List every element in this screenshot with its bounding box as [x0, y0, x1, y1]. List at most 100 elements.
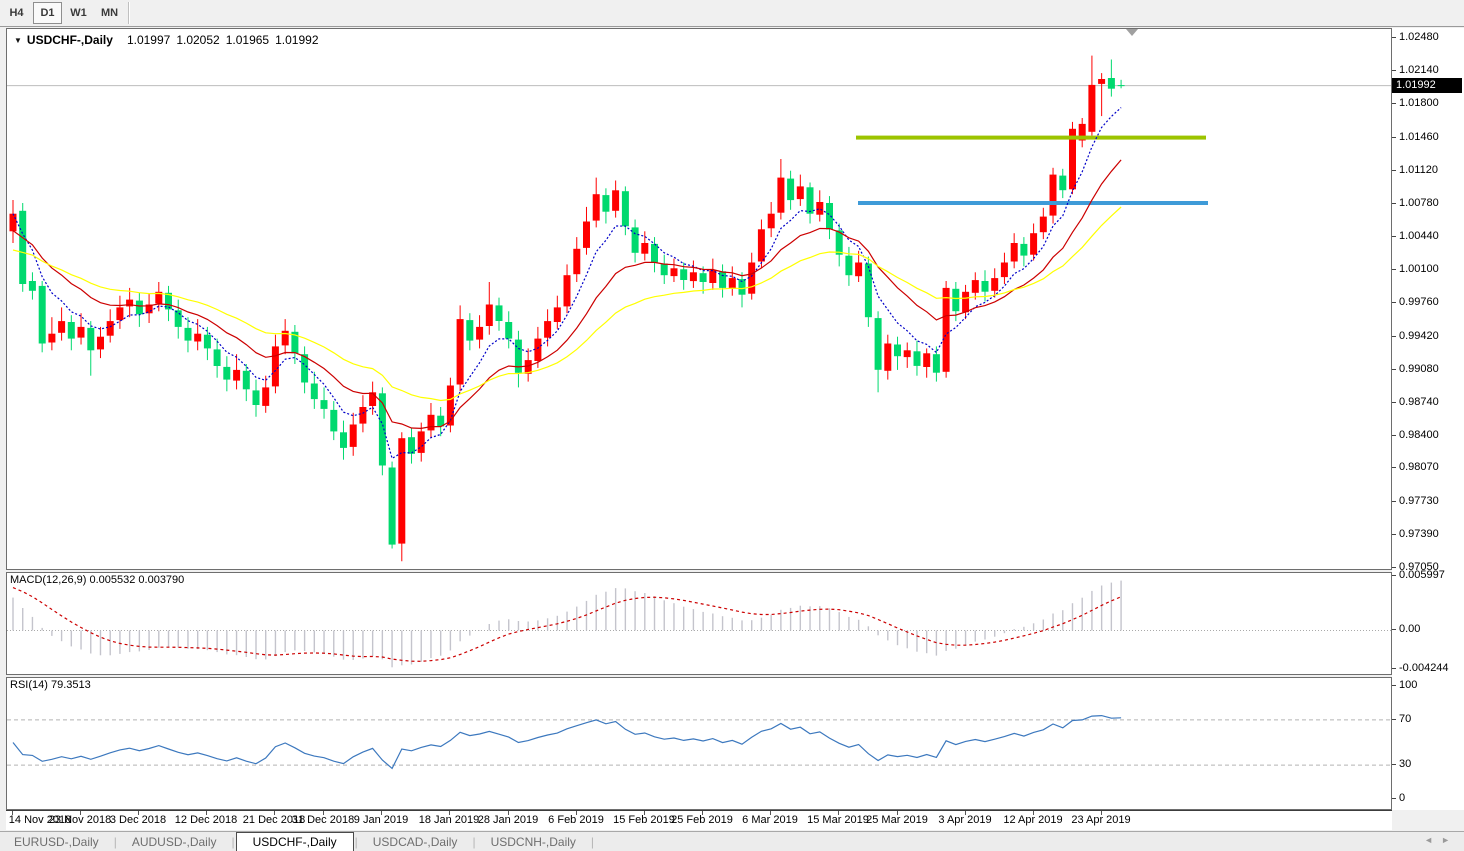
- timeframe-toolbar: H4 D1 W1 MN: [0, 0, 1464, 27]
- macd-tick-mark: [1392, 575, 1396, 576]
- rsi-tick-label: 70: [1399, 713, 1412, 725]
- candlestick-canvas[interactable]: [7, 29, 1391, 569]
- ohlc-open: 1.01997: [126, 33, 171, 47]
- price-tick-mark: [1392, 402, 1396, 403]
- price-tick-mark: [1392, 203, 1396, 204]
- rsi-tick-label: 100: [1399, 679, 1418, 691]
- price-tick-label: 0.98400: [1399, 429, 1439, 441]
- date-axis: 14 Nov 2018 23 Nov 2018 3 Dec 2018 12 Dec 2…: [6, 810, 1392, 830]
- tab-usdcad-daily[interactable]: USDCAD-,Daily: [359, 834, 472, 850]
- price-tick-label: 1.02480: [1399, 31, 1439, 43]
- price-tick-label: 1.00780: [1399, 197, 1439, 209]
- date-label: 6 Mar 2019: [742, 814, 798, 826]
- toolbar-separator: [128, 2, 130, 24]
- rsi-tick-label: 30: [1399, 758, 1412, 770]
- price-tick-mark: [1392, 336, 1396, 337]
- macd-indicator-panel[interactable]: [6, 572, 1392, 675]
- chart-tab-bar: EURUSD-,Daily | AUDUSD-,Daily | USDCHF-,…: [0, 831, 1464, 851]
- ohlc-high: 1.02052: [176, 33, 220, 47]
- rsi-canvas[interactable]: [7, 678, 1391, 809]
- hline-objects: [856, 135, 1208, 205]
- macd-canvas[interactable]: [7, 573, 1391, 674]
- date-label: 25 Mar 2019: [866, 814, 928, 826]
- current-price-badge: 1.01992: [1392, 78, 1462, 93]
- timeframe-button-w1[interactable]: W1: [64, 2, 93, 24]
- price-tick-label: 1.01460: [1399, 131, 1439, 143]
- rsi-tick-mark: [1392, 764, 1396, 765]
- date-label: 3 Dec 2018: [109, 814, 167, 826]
- ohlc-close: 1.01992: [275, 33, 319, 47]
- price-tick-mark: [1392, 567, 1396, 568]
- date-label: 25 Feb 2019: [671, 814, 733, 826]
- tab-scroll-left-icon: ◄: [1424, 835, 1442, 845]
- rsi-line: [12, 714, 1122, 770]
- mt4-chart-window: H4 D1 W1 MN ▼ USDCHF-,Daily 1.01997 1.02052…: [0, 0, 1464, 851]
- macd-label: MACD(12,26,9) 0.005532 0.003790: [10, 574, 185, 586]
- tab-separator: |: [231, 835, 235, 849]
- tab-separator: |: [472, 835, 476, 849]
- macd-tick-label: -0.004244: [1399, 662, 1449, 674]
- macd-tick-mark: [1392, 668, 1396, 669]
- price-tick-label: 0.97390: [1399, 528, 1439, 540]
- date-label: 12 Dec 2018: [174, 814, 238, 826]
- rsi-tick-mark: [1392, 685, 1396, 686]
- price-tick-label: 1.02140: [1399, 64, 1439, 76]
- date-label: 9 Jan 2019: [353, 814, 409, 826]
- rsi-tick-mark: [1392, 798, 1396, 799]
- price-tick-mark: [1392, 369, 1396, 370]
- date-label: 18 Jan 2019: [418, 814, 480, 826]
- symbol-label: USDCHF-,Daily: [26, 33, 113, 47]
- price-tick-mark: [1392, 236, 1396, 237]
- timeframe-button-h4[interactable]: H4: [2, 2, 31, 24]
- macd-tick-label: 0.005997: [1399, 569, 1445, 581]
- date-label: 28 Jan 2019: [477, 814, 539, 826]
- price-tick-label: 1.00100: [1399, 263, 1439, 275]
- price-tick-label: 0.97730: [1399, 495, 1439, 507]
- ohlc-low: 1.01965: [225, 33, 270, 47]
- price-tick-label: 1.01120: [1399, 164, 1438, 176]
- date-label: 6 Feb 2019: [548, 814, 604, 826]
- rsi-tick-mark: [1392, 719, 1396, 720]
- tab-scroll-right-icon: ►: [1441, 835, 1458, 845]
- macd-tick-mark: [1392, 629, 1396, 630]
- chart-shift-marker-icon[interactable]: [1126, 29, 1138, 36]
- tab-separator: |: [354, 835, 358, 849]
- tab-audusd-daily[interactable]: AUDUSD-,Daily: [118, 834, 231, 850]
- date-label: 23 Apr 2019: [1071, 814, 1131, 826]
- price-tick-label: 0.99080: [1399, 363, 1439, 375]
- date-label: 15 Mar 2019: [807, 814, 869, 826]
- date-label: 12 Apr 2019: [1003, 814, 1063, 826]
- tab-usdcnh-daily[interactable]: USDCNH-,Daily: [477, 834, 590, 850]
- price-tick-label: 0.98740: [1399, 396, 1439, 408]
- price-tick-mark: [1392, 103, 1396, 104]
- price-tick-mark: [1392, 501, 1396, 502]
- macd-tick-label: 0.00: [1399, 623, 1421, 635]
- main-price-chart[interactable]: [6, 28, 1392, 570]
- price-tick-mark: [1392, 467, 1396, 468]
- price-tick-mark: [1392, 534, 1396, 535]
- price-tick-mark: [1392, 435, 1396, 436]
- tab-separator: |: [113, 835, 117, 849]
- price-tick-mark: [1392, 137, 1396, 138]
- tab-usdchf-daily[interactable]: USDCHF-,Daily: [235, 832, 354, 851]
- rsi-tick-label: 0: [1399, 792, 1406, 804]
- price-tick-label: 0.99760: [1399, 296, 1439, 308]
- tab-separator: |: [590, 835, 595, 849]
- timeframe-button-mn[interactable]: MN: [95, 2, 124, 24]
- date-label: 3 Apr 2019: [938, 814, 992, 826]
- date-label: 23 Nov 2018: [48, 814, 112, 826]
- price-tick-mark: [1392, 269, 1396, 270]
- price-tick-mark: [1392, 37, 1396, 38]
- date-label: 31 Dec 2018: [291, 814, 355, 826]
- timeframe-button-d1[interactable]: D1: [33, 2, 62, 24]
- symbol-dropdown-icon[interactable]: ▼: [14, 36, 22, 45]
- price-scale[interactable]: 1.02480 1.02140 1.01800 1.01460 1.01120 1.007…: [1392, 28, 1464, 810]
- macd-histogram: [12, 580, 1122, 668]
- price-tick-label: 0.99420: [1399, 330, 1439, 342]
- price-tick-label: 1.00440: [1399, 230, 1439, 242]
- chart-title: ▼ USDCHF-,Daily 1.01997 1.02052 1.01965 1.019…: [14, 33, 319, 47]
- tab-scroll-arrows[interactable]: ◄►: [1424, 835, 1458, 845]
- rsi-indicator-panel[interactable]: [6, 677, 1392, 810]
- price-tick-label: 0.98070: [1399, 461, 1439, 473]
- tab-eurusd-daily[interactable]: EURUSD-,Daily: [0, 834, 113, 850]
